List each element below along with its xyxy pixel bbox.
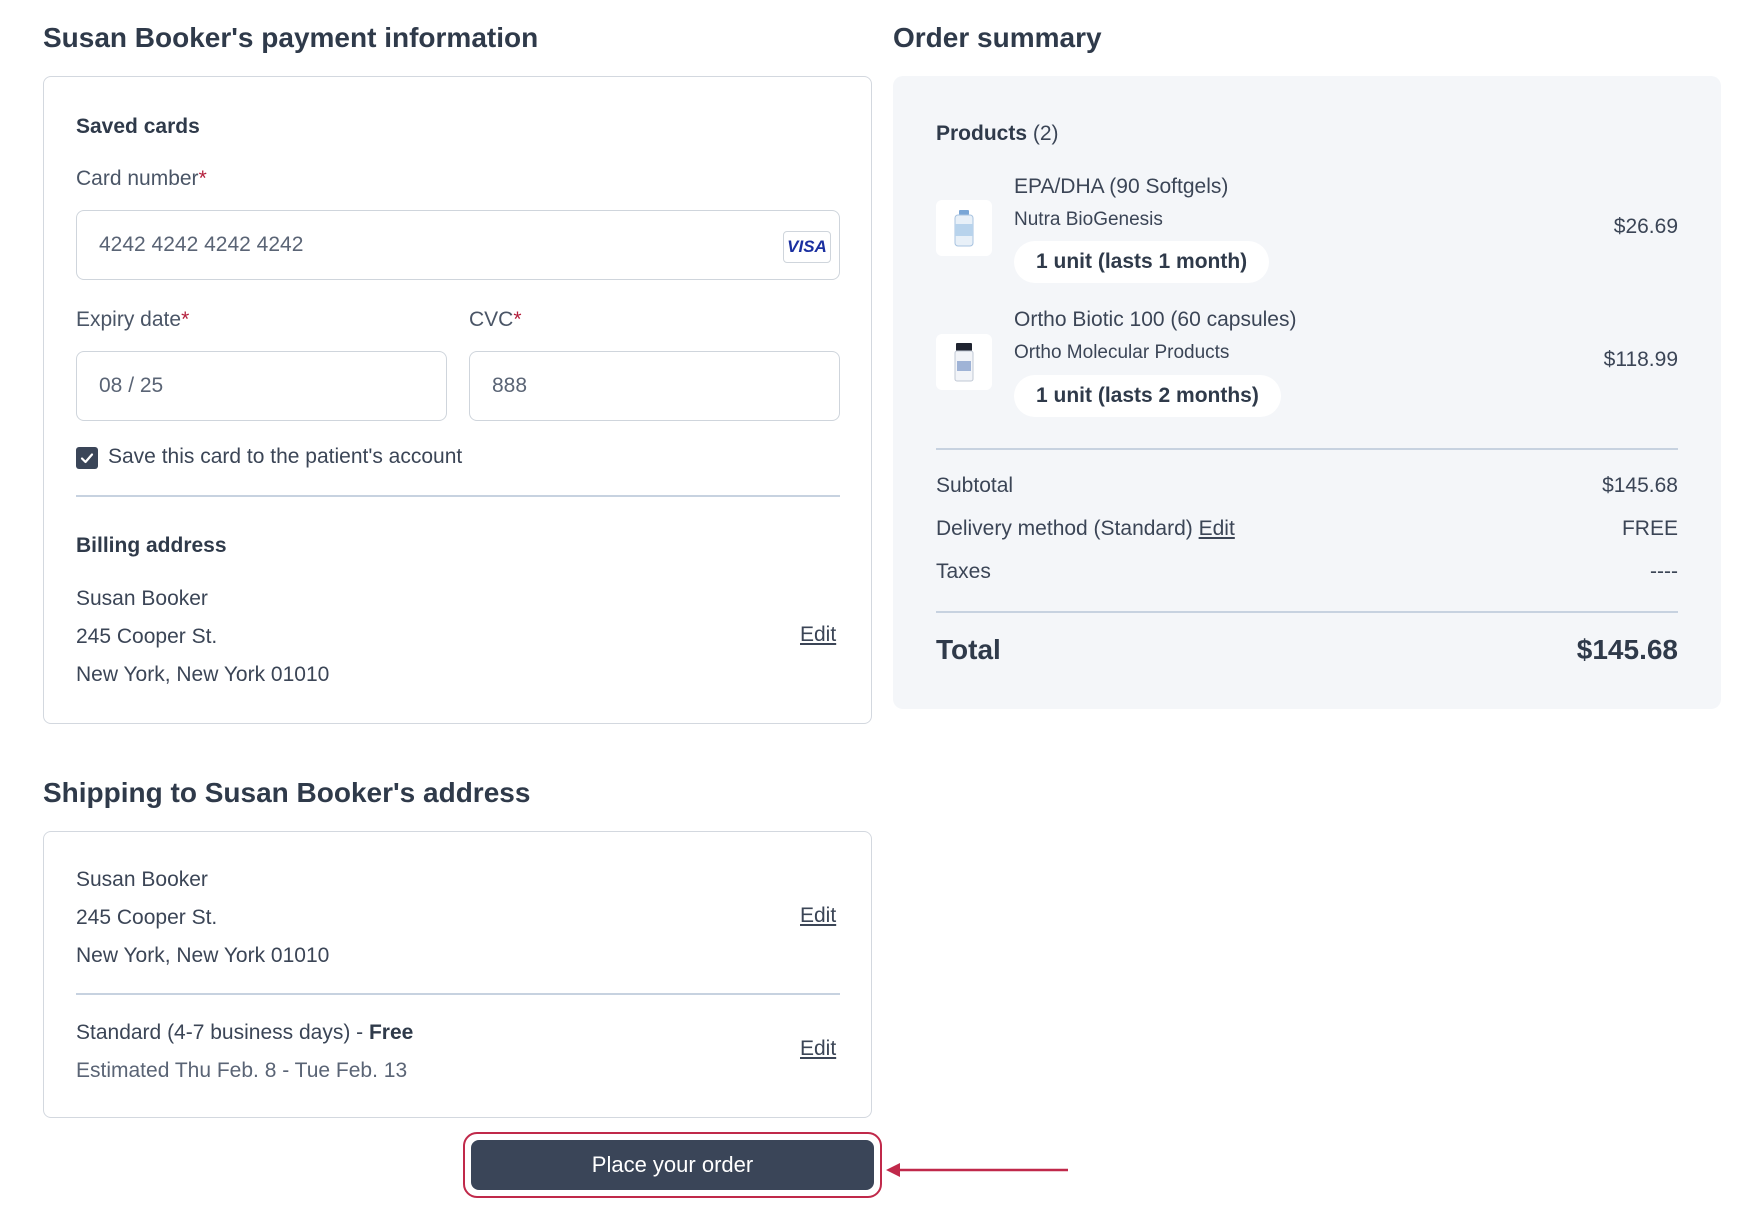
billing-city: New York, New York 01010 (76, 663, 330, 686)
order-summary-panel: Products (2) EPA/DHA (90 Softgels) Nutra… (893, 76, 1721, 709)
products-heading: Products (2) (936, 122, 1059, 145)
visa-icon: VISA (783, 231, 831, 263)
total-label: Total (936, 634, 1001, 665)
delivery-edit-link[interactable]: Edit (1199, 517, 1235, 540)
shipping-city: New York, New York 01010 (76, 944, 330, 967)
summary-divider-top (936, 448, 1678, 450)
shipping-street: 245 Cooper St. (76, 906, 218, 929)
save-card-checkbox[interactable] (76, 447, 98, 469)
saved-cards-label: Saved cards (76, 115, 200, 138)
billing-edit-link[interactable]: Edit (800, 623, 836, 647)
delivery-value: FREE (1621, 517, 1678, 540)
expiry-label: Expiry date* (76, 308, 190, 331)
shipping-card: Susan Booker 245 Cooper St. New York, Ne… (43, 831, 872, 1118)
billing-street: 245 Cooper St. (76, 625, 218, 648)
shipping-divider (76, 993, 840, 995)
product-2-quantity[interactable]: 1 unit (lasts 2 months) (1014, 375, 1281, 417)
taxes-label: Taxes (936, 560, 991, 583)
billing-name: Susan Booker (76, 587, 208, 610)
expiry-value: 08 / 25 (99, 374, 164, 397)
product-2-name: Ortho Biotic 100 (60 capsules) (1014, 308, 1297, 331)
delivery-method: Delivery method (Standard) Edit (936, 517, 1235, 540)
summary-divider-bottom (936, 611, 1678, 613)
payment-divider (76, 495, 840, 497)
product-1-price: $26.69 (1613, 215, 1678, 238)
subtotal-value: $145.68 (1602, 474, 1678, 497)
product-2-price: $118.99 (1603, 348, 1678, 371)
shipping-address-edit-link[interactable]: Edit (800, 904, 836, 928)
shipping-title: Shipping to Susan Booker's address (43, 777, 531, 808)
card-number-label: Card number* (76, 167, 207, 190)
expiry-field[interactable]: 08 / 25 (76, 351, 447, 421)
product-1-quantity[interactable]: 1 unit (lasts 1 month) (1014, 241, 1270, 283)
payment-card: Saved cards Card number* 4242 4242 4242 … (43, 76, 872, 724)
order-summary-title: Order summary (893, 22, 1102, 53)
place-order-button[interactable]: Place your order (471, 1140, 874, 1190)
product-thumbnail-epa-dha (936, 200, 992, 256)
shipping-method: Standard (4-7 business days) - Free (76, 1021, 414, 1044)
product-1-brand: Nutra BioGenesis (1014, 209, 1163, 230)
cvc-field[interactable]: 888 (469, 351, 840, 421)
arrow-pointer-icon (886, 1163, 1068, 1177)
card-number-field[interactable]: 4242 4242 4242 4242 VISA (76, 210, 840, 280)
shipping-method-price: Free (368, 1021, 414, 1044)
check-icon (80, 453, 94, 464)
taxes-value: ---- (1650, 560, 1678, 583)
total-value: $145.68 (1576, 634, 1678, 665)
product-thumbnail-ortho-biotic (936, 334, 992, 390)
place-order-highlight: Place your order (463, 1132, 882, 1198)
subtotal-label: Subtotal (936, 474, 1014, 497)
shipping-method-edit-link[interactable]: Edit (800, 1037, 836, 1061)
shipping-estimate: Estimated Thu Feb. 8 - Tue Feb. 13 (76, 1059, 408, 1082)
payment-title: Susan Booker's payment information (43, 22, 539, 53)
cvc-value: 888 (492, 374, 528, 397)
product-2-brand: Ortho Molecular Products (1014, 342, 1230, 363)
save-card-label: Save this card to the patient's account (108, 445, 463, 468)
cvc-label: CVC* (469, 308, 522, 331)
card-number-value: 4242 4242 4242 4242 (99, 233, 304, 256)
product-1-name: EPA/DHA (90 Softgels) (1014, 175, 1229, 198)
shipping-name: Susan Booker (76, 868, 208, 891)
billing-address-label: Billing address (76, 534, 227, 557)
